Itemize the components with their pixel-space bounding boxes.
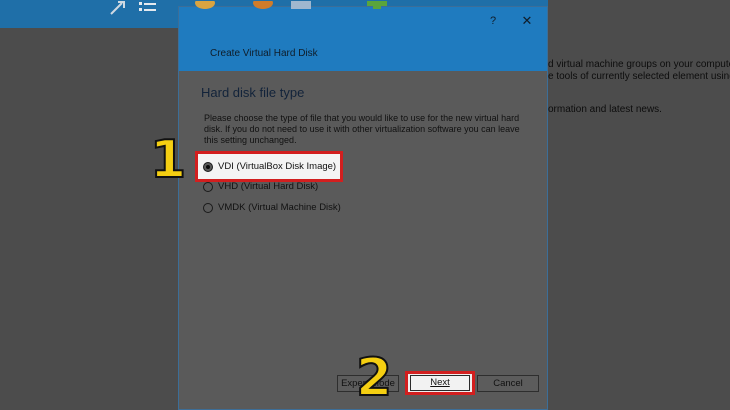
add-icon [367,1,387,9]
next-highlight-box: Next [405,371,475,395]
close-button[interactable]: ✕ [519,13,535,29]
list-menu-icon[interactable] [138,0,158,16]
welcome-text-line: ormation and latest news. [548,104,662,115]
next-button[interactable]: Next [410,375,470,391]
dialog-title: Create Virtual Hard Disk [210,48,318,59]
new-icon [195,1,215,9]
vdi-radio[interactable] [203,161,213,172]
tools-icon[interactable] [108,0,128,16]
vmdk-option-label: VMDK (Virtual Machine Disk) [218,202,341,213]
vhd-option-label: VHD (Virtual Hard Disk) [218,181,319,192]
welcome-panel: d virtual machine groups on your compute… [548,0,730,410]
vmdk-radio[interactable] [203,202,213,213]
machine-list-panel [0,28,178,410]
step-1-marker: 1 [149,130,187,190]
vdi-option[interactable]: VDI (VirtualBox Disk Image) [203,161,336,172]
page-description: Please choose the type of file that you … [204,113,520,145]
welcome-text-line: d virtual machine groups on your compute… [548,59,730,70]
vhd-radio[interactable] [203,181,213,192]
vmdk-option[interactable]: VMDK (Virtual Machine Disk) [203,202,341,213]
help-button[interactable]: ? [485,13,501,29]
dialog-title-bar: ? ✕ Create Virtual Hard Disk [179,1,547,71]
vdi-option-label: VDI (VirtualBox Disk Image) [218,161,337,172]
next-button-label: Next [430,377,450,388]
welcome-text-line: e tools of currently selected element us… [548,71,730,82]
settings-icon [253,1,273,9]
vhd-option[interactable]: VHD (Virtual Hard Disk) [203,181,318,192]
cancel-button[interactable]: Cancel [477,375,539,392]
page-heading: Hard disk file type [201,85,305,100]
step-2-marker: 2 [355,348,393,408]
discard-icon [291,1,311,9]
